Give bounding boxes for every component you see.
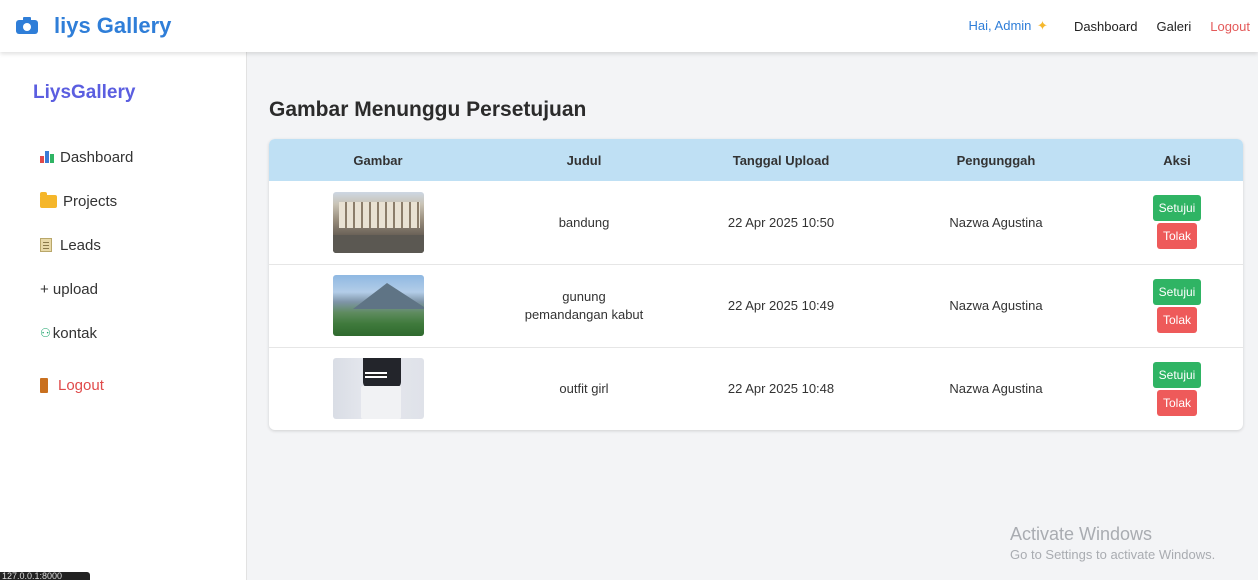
nav-dashboard-link[interactable]: Dashboard: [1074, 19, 1138, 34]
sidebar-item-label: Dashboard: [60, 148, 134, 166]
nav-galeri-link[interactable]: Galeri: [1157, 19, 1192, 34]
note-icon: [40, 238, 52, 252]
sidebar: LiysGallery Dashboard Projects Leads + u…: [0, 52, 247, 580]
sidebar-item-leads[interactable]: Leads: [40, 223, 133, 267]
sidebar-item-label: Leads: [60, 236, 101, 254]
folder-icon: [40, 191, 57, 208]
reject-button[interactable]: Tolak: [1156, 389, 1197, 416]
sidebar-item-logout[interactable]: Logout: [40, 363, 133, 407]
pending-images-card: Gambar Judul Tanggal Upload Pengunggah A…: [269, 139, 1243, 430]
cell-judul-text: gunung pemandangan kabut: [524, 288, 644, 322]
sidebar-title: LiysGallery: [33, 82, 136, 103]
cell-tanggal: 22 Apr 2025 10:48: [727, 381, 835, 397]
cell-pengunggah: Nazwa Agustina: [949, 298, 1043, 313]
sidebar-item-dashboard[interactable]: Dashboard: [40, 135, 133, 179]
image-thumbnail[interactable]: [332, 358, 424, 420]
camera-icon: [16, 16, 38, 34]
sidebar-item-label: + upload: [40, 280, 98, 298]
cell-judul: outfit girl: [559, 381, 609, 397]
cell-judul: gunung pemandangan kabut: [487, 264, 681, 347]
image-thumbnail[interactable]: [332, 191, 424, 253]
chart-icon: [40, 151, 54, 163]
image-thumbnail[interactable]: [332, 275, 424, 336]
top-nav: Hai, Admin ✦ Dashboard Galeri Logout: [969, 0, 1250, 52]
cell-pengunggah: Nazwa Agustina: [949, 381, 1043, 397]
sidebar-item-projects[interactable]: Projects: [40, 179, 133, 223]
cell-tanggal: 22 Apr 2025 10:49: [727, 298, 835, 313]
column-header: Gambar: [353, 152, 403, 168]
brand[interactable]: liys Gallery: [16, 13, 171, 39]
sidebar-item-label: Projects: [63, 192, 118, 210]
table-row: bandung 22 Apr 2025 10:50 Nazwa Agustina…: [269, 181, 1243, 264]
watermark-title: Activate Windows: [1010, 524, 1153, 544]
cell-tanggal: 22 Apr 2025 10:50: [727, 214, 835, 230]
sidebar-menu: Dashboard Projects Leads + upload ⚇ kont…: [40, 135, 133, 407]
user-icon: ⚇: [40, 326, 51, 340]
sidebar-item-upload[interactable]: + upload: [40, 267, 133, 311]
column-header: Pengunggah: [956, 152, 1036, 168]
greeting: Hai, Admin ✦: [969, 18, 1048, 34]
door-icon: [40, 377, 48, 393]
sidebar-item-kontak[interactable]: ⚇ kontak: [40, 311, 133, 355]
reject-button[interactable]: Tolak: [1156, 306, 1197, 333]
page-title: Gambar Menunggu Persetujuan: [269, 98, 587, 121]
approve-button[interactable]: Setujui: [1152, 361, 1202, 388]
nav-logout-link[interactable]: Logout: [1210, 19, 1250, 34]
top-navbar: liys Gallery Hai, Admin ✦ Dashboard Gale…: [0, 0, 1258, 52]
column-header: Aksi: [1163, 152, 1191, 168]
reject-button[interactable]: Tolak: [1156, 223, 1197, 250]
sidebar-item-label: kontak: [52, 324, 97, 342]
approve-button[interactable]: Setujui: [1152, 195, 1202, 222]
approve-button[interactable]: Setujui: [1152, 278, 1202, 305]
cell-judul: bandung: [558, 214, 610, 230]
column-header: Judul: [566, 152, 602, 168]
pending-images-table: Gambar Judul Tanggal Upload Pengunggah A…: [269, 139, 1243, 430]
table-row: gunung pemandangan kabut 22 Apr 2025 10:…: [269, 264, 1243, 347]
watermark-subtitle: Go to Settings to activate Windows.: [1010, 547, 1216, 562]
column-header: Tanggal Upload: [732, 152, 830, 168]
windows-activation-watermark: Activate Windows Go to Settings to activ…: [1010, 524, 1215, 562]
table-row: outfit girl 22 Apr 2025 10:48 Nazwa Agus…: [269, 347, 1243, 430]
sidebar-item-label: Logout: [58, 376, 104, 394]
table-header-row: Gambar Judul Tanggal Upload Pengunggah A…: [269, 139, 1243, 181]
sparkle-icon: ✦: [1037, 18, 1048, 33]
greeting-text: Hai, Admin: [968, 18, 1032, 33]
cell-pengunggah: Nazwa Agustina: [949, 214, 1043, 230]
browser-status-url: 127.0.0.1:8000: [0, 572, 90, 580]
brand-name: liys Gallery: [54, 13, 172, 38]
